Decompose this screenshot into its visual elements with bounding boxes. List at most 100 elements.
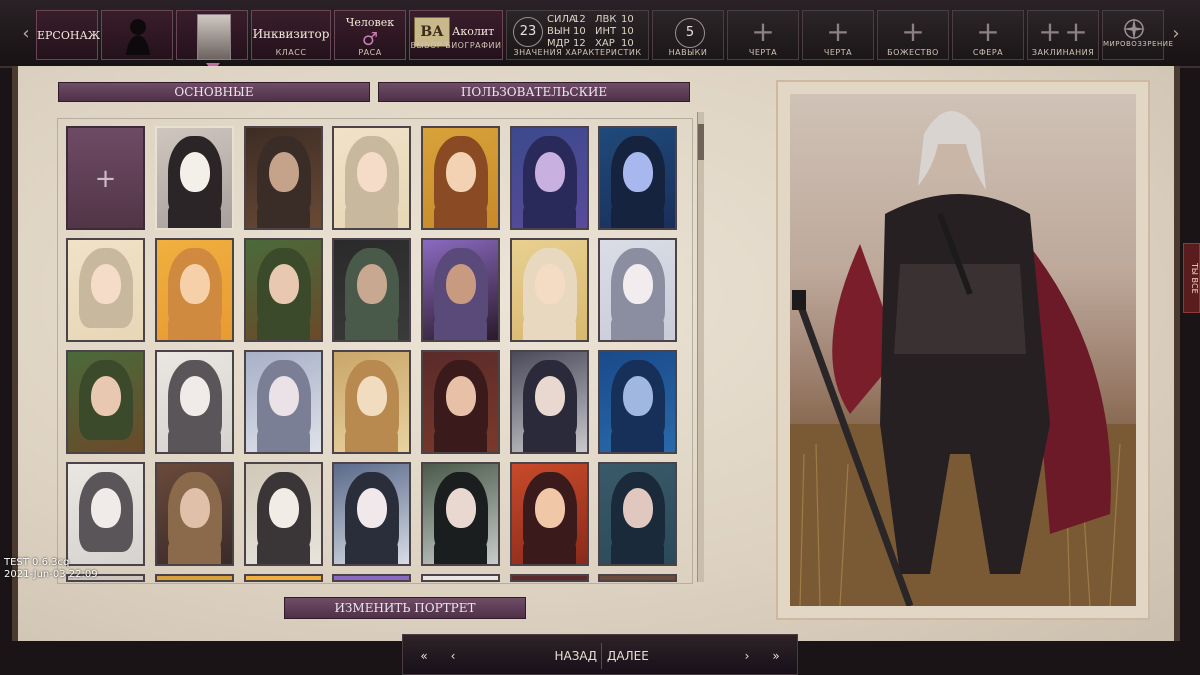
portrait-slot[interactable] (176, 10, 248, 72)
background-slot[interactable]: ВА Аколит ВЫБОР БИОГРАФИИ (409, 10, 503, 60)
portrait-card[interactable] (598, 126, 677, 230)
portrait-face (622, 152, 653, 192)
portrait-card[interactable] (155, 350, 234, 454)
portrait-card[interactable] (244, 238, 323, 342)
portrait-card-partial[interactable] (244, 574, 323, 582)
chevron-right-icon[interactable]: › (737, 643, 757, 669)
portrait-card[interactable] (66, 462, 145, 566)
portrait-body (168, 424, 221, 452)
portrait-face (622, 376, 653, 416)
portrait-card-partial[interactable] (598, 574, 677, 582)
alignment-slot[interactable]: МИРОВОЗЗРЕНИЕ (1102, 10, 1174, 60)
portrait-face (445, 264, 476, 304)
portrait-body (523, 312, 576, 340)
portrait-face (534, 376, 565, 416)
deity-slot[interactable]: + БОЖЕСТВО (877, 10, 949, 60)
portrait-face (356, 152, 387, 192)
portrait-card[interactable] (332, 462, 411, 566)
portrait-body (257, 200, 310, 228)
portrait-face (356, 376, 387, 416)
portrait-card[interactable] (244, 462, 323, 566)
portrait-face (445, 376, 476, 416)
tab-basic[interactable]: ОСНОВНЫЕ (58, 82, 370, 102)
portrait-face (445, 488, 476, 528)
portrait-card[interactable] (598, 350, 677, 454)
back-button[interactable]: НАЗАД (473, 643, 597, 669)
portrait-face (534, 152, 565, 192)
portrait-card[interactable] (510, 238, 589, 342)
stats-slot[interactable]: 23 СИЛА 12 ЛВК 10 ВЫН 10 ИНТ 10 МДР 12 ХАР 10 ЗНА… (506, 10, 649, 60)
portrait-face (90, 376, 121, 416)
class-caption: КЛАСС (275, 48, 307, 57)
change-portrait-button[interactable]: ИЗМЕНИТЬ ПОРТРЕТ (284, 597, 526, 619)
portrait-body (434, 424, 487, 452)
tab-custom[interactable]: ПОЛЬЗОВАТЕЛЬСКИЕ (378, 82, 690, 102)
portrait-face (179, 264, 210, 304)
portrait-face (179, 376, 210, 416)
chevron-right-icon[interactable]: › (1166, 14, 1186, 54)
spells-slot[interactable]: + + ЗАКЛИНАНИЯ (1027, 10, 1099, 60)
portrait-card[interactable] (244, 350, 323, 454)
version-info: TEST 0.6.3cq 2021-Jun-03 22:09 (4, 557, 98, 581)
portrait-face (268, 264, 299, 304)
race-caption: РАСА (358, 48, 382, 57)
portrait-card-partial[interactable] (421, 574, 500, 582)
portrait-face (622, 264, 653, 304)
portrait-card[interactable] (598, 462, 677, 566)
chevron-left-icon[interactable]: ‹ (443, 643, 463, 669)
portrait-card-partial[interactable] (332, 574, 411, 582)
feat-slot-1[interactable]: + ЧЕРТА (727, 10, 799, 60)
next-button[interactable]: ДАЛЕЕ (607, 643, 731, 669)
portrait-card[interactable] (421, 126, 500, 230)
side-tab[interactable]: ТЫ ВСЕ (1183, 243, 1200, 313)
portrait-card[interactable] (510, 462, 589, 566)
portrait-face (622, 488, 653, 528)
alignment-caption: МИРОВОЗЗРЕНИЕ (1103, 40, 1174, 48)
skills-slot[interactable]: 5 НАВЫКИ (652, 10, 724, 60)
skills-count: 5 (675, 18, 705, 48)
portrait-card[interactable] (332, 126, 411, 230)
male-icon: ♂ (361, 29, 379, 50)
portrait-card[interactable] (244, 126, 323, 230)
portrait-face (356, 264, 387, 304)
portrait-body (345, 312, 398, 340)
portrait-card[interactable] (155, 462, 234, 566)
silhouette-icon (126, 19, 150, 55)
portrait-card[interactable] (66, 350, 145, 454)
silhouette-slot[interactable] (101, 10, 173, 60)
portrait-card[interactable] (155, 126, 234, 230)
portrait-body (523, 424, 576, 452)
portrait-card[interactable] (510, 126, 589, 230)
chevron-left-icon[interactable]: ‹ (16, 14, 36, 54)
portrait-card[interactable] (421, 350, 500, 454)
portrait-card[interactable] (332, 238, 411, 342)
portrait-body (523, 536, 576, 564)
portrait-card[interactable] (421, 238, 500, 342)
portrait-card[interactable] (66, 238, 145, 342)
scrollbar-thumb[interactable] (698, 124, 704, 160)
double-chevron-right-icon[interactable]: » (761, 643, 791, 669)
portrait-card[interactable] (510, 350, 589, 454)
portrait-face (534, 488, 565, 528)
portrait-body (257, 424, 310, 452)
tab-character[interactable]: ЕРСОНАЖ (36, 10, 100, 60)
portrait-card[interactable] (421, 462, 500, 566)
portrait-face (90, 264, 121, 304)
plus-icon: + (1064, 15, 1088, 48)
skills-caption: НАВЫКИ (668, 48, 708, 57)
portrait-card[interactable] (332, 350, 411, 454)
version-date: 2021-Jun-03 22:09 (4, 569, 98, 580)
race-slot[interactable]: Человек ♂ РАСА (334, 10, 406, 60)
double-chevron-left-icon[interactable]: « (409, 643, 439, 669)
feat-slot-2[interactable]: + ЧЕРТА (802, 10, 874, 60)
portrait-scrollbar[interactable] (697, 112, 704, 582)
deity-caption: БОЖЕСТВО (887, 48, 939, 57)
portrait-card-partial[interactable] (510, 574, 589, 582)
portrait-card-partial[interactable] (155, 574, 234, 582)
portrait-body (611, 200, 664, 228)
plus-icon: + (751, 15, 775, 48)
portrait-body (345, 424, 398, 452)
portrait-card[interactable] (598, 238, 677, 342)
class-slot[interactable]: Инквизитор КЛАСС (251, 10, 331, 60)
portrait-card[interactable] (155, 238, 234, 342)
